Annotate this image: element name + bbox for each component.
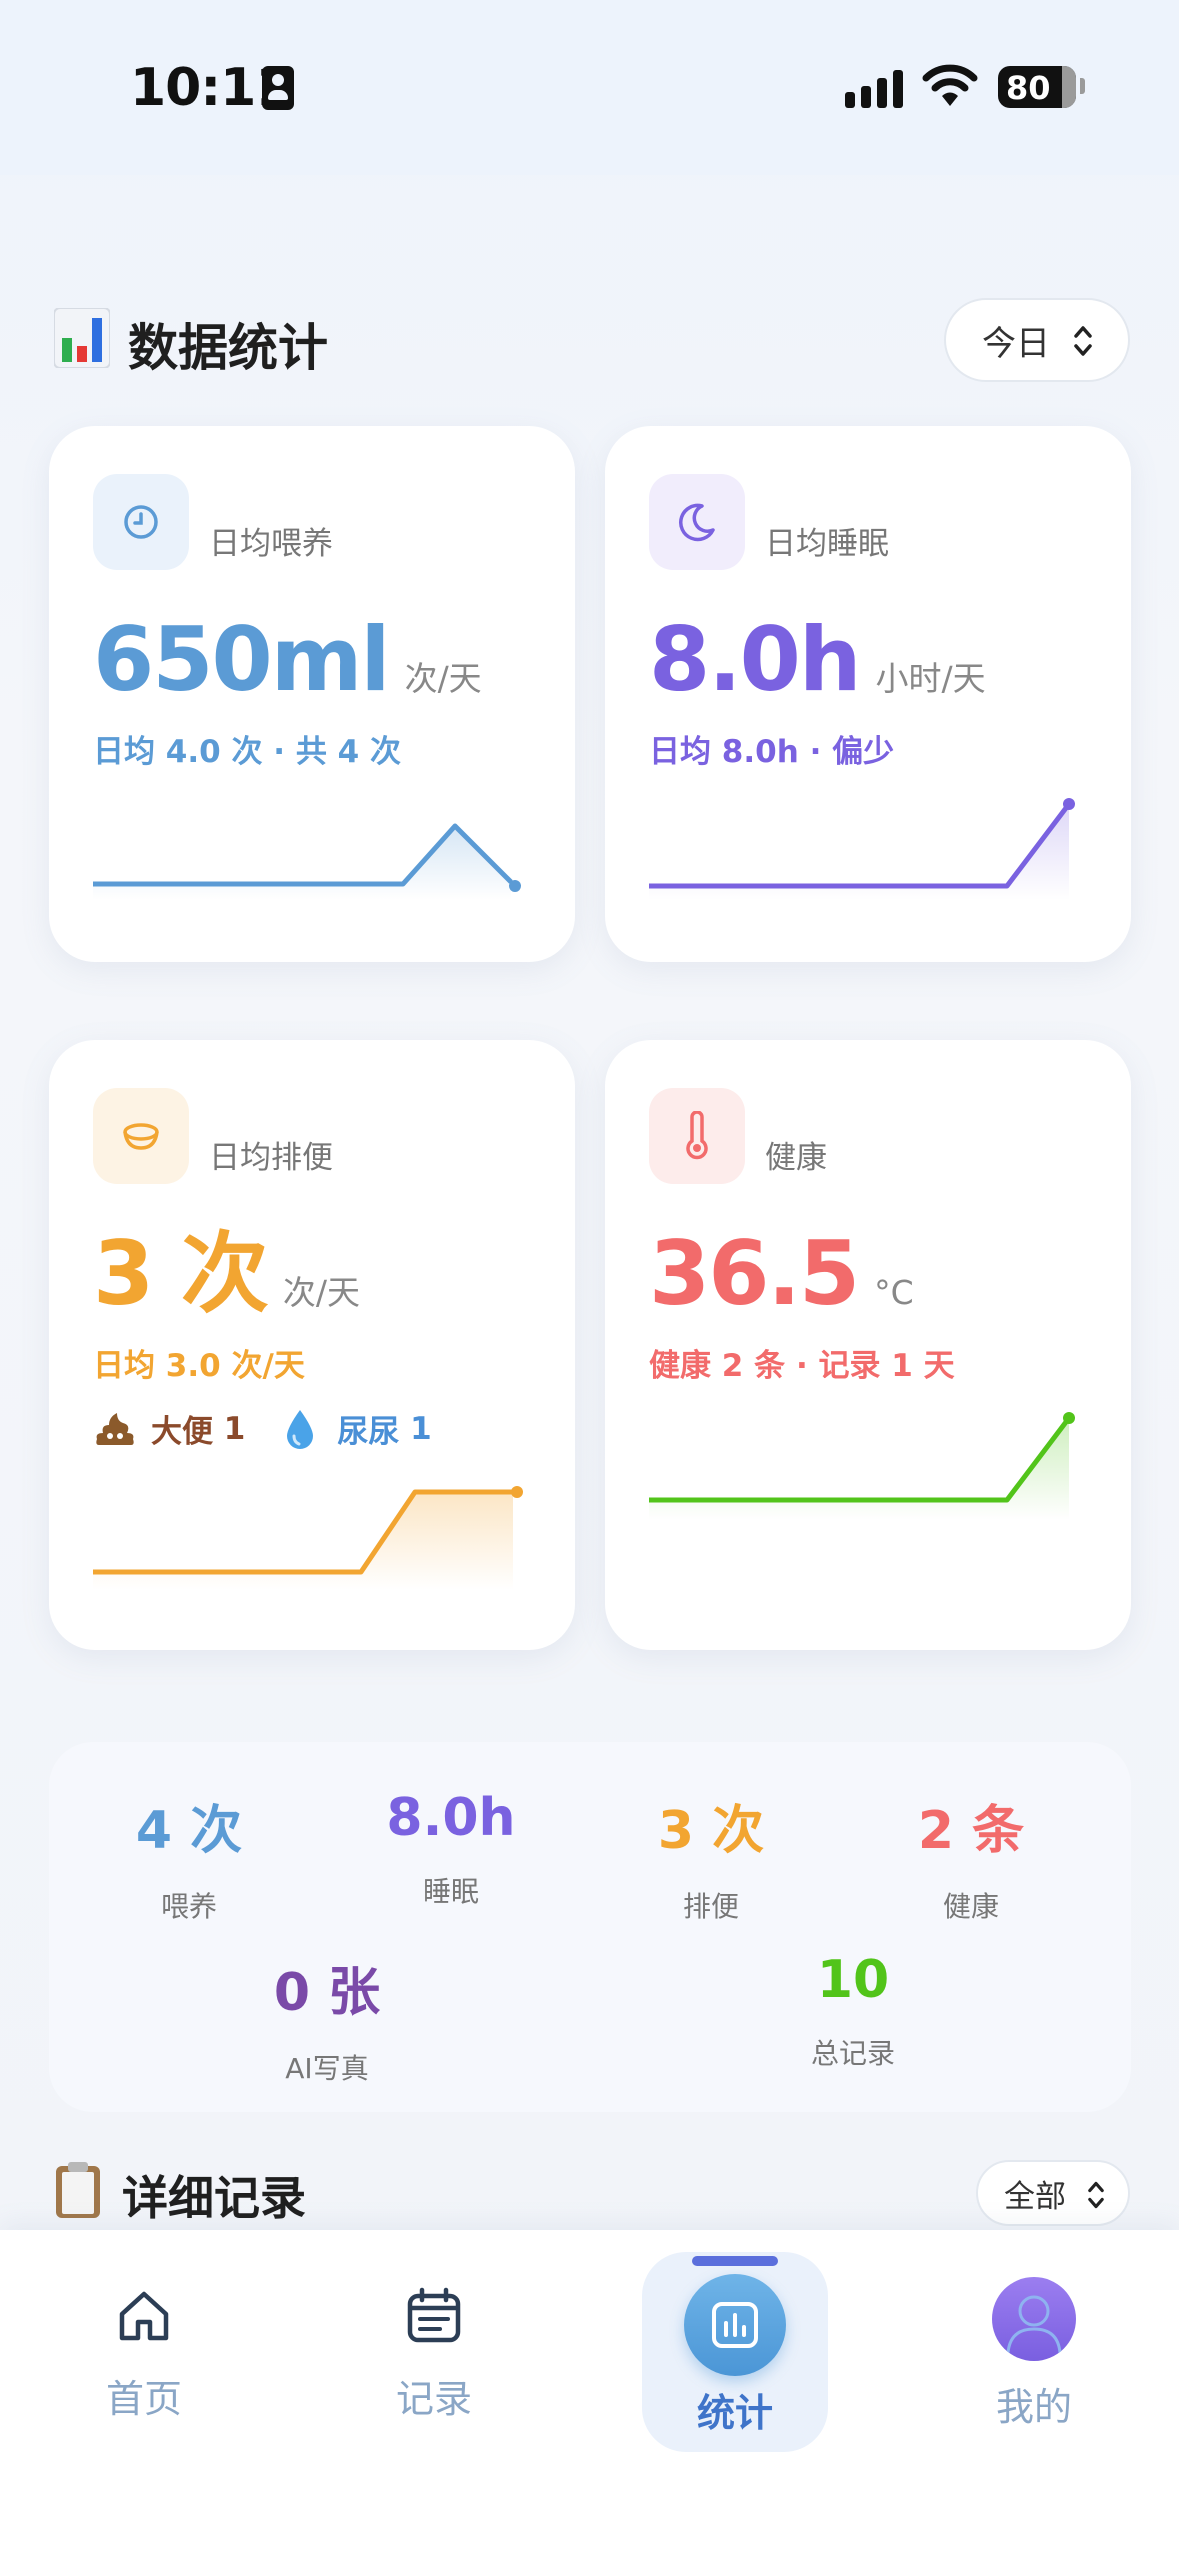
feeding-value-text: 650ml — [93, 608, 391, 711]
feeding-value: 650ml 次/天 — [93, 616, 482, 704]
poop-label: 日均排便 — [209, 1140, 333, 1176]
period-select[interactable]: 今日 — [944, 298, 1130, 382]
summary-sleep[interactable]: 8.0h 睡眠 — [321, 1788, 581, 1910]
summary-value: 4 次 — [135, 1801, 243, 1861]
droplet-icon — [287, 1409, 314, 1449]
summary-ai-photos[interactable]: 0 张 AI写真 — [197, 1950, 457, 2087]
health-sub: 健康 2 条 · 记录 1 天 — [649, 1348, 955, 1384]
summary-label: 喂养 — [160, 1890, 217, 1923]
sleep-label: 日均睡眠 — [765, 526, 889, 562]
poo-count: 大便 1 — [93, 1406, 245, 1451]
sleep-sparkline — [649, 798, 1075, 900]
clipboard-icon — [56, 2162, 100, 2218]
tab-home[interactable]: 首页 — [44, 2286, 244, 2423]
poop-card[interactable]: 日均排便 3 次次/天 日均 3.0 次/天 大便 1 尿尿 1 — [49, 1040, 575, 1650]
battery-cap — [1080, 78, 1085, 94]
sleep-card[interactable]: 日均睡眠 8.0h 小时/天 日均 8.0h · 偏少 — [605, 426, 1131, 962]
period-select-value: 今日 — [982, 323, 1050, 364]
summary-value: 3 次 — [657, 1801, 765, 1861]
tab-mine[interactable]: 我的 — [934, 2376, 1134, 2431]
summary-value: 0 张 — [273, 1963, 381, 2023]
health-sparkline — [649, 1412, 1075, 1520]
pee-label: 尿尿 — [337, 1414, 400, 1450]
sleep-unit: 小时/天 — [875, 659, 986, 698]
tab-home-label: 首页 — [105, 2377, 182, 2421]
thermometer-icon — [686, 1111, 708, 1160]
poop-breakdown: 大便 1 尿尿 1 — [93, 1406, 472, 1451]
summary-poop[interactable]: 3 次 排便 — [581, 1788, 841, 1925]
summary-label: 总记录 — [810, 2037, 895, 2070]
status-bar: 10:11 80 — [0, 0, 1179, 175]
stats-chart-icon — [712, 2302, 758, 2348]
poo-icon — [96, 1412, 134, 1445]
poop-value-text: 3 次 — [93, 1222, 269, 1325]
tab-active-indicator — [692, 2256, 778, 2266]
clock-icon — [124, 505, 158, 539]
feeding-icon-box — [93, 474, 189, 570]
calendar-icon — [407, 2287, 461, 2343]
home-icon — [119, 2291, 169, 2341]
sleep-icon-box — [649, 474, 745, 570]
health-value-text: 36.5 — [649, 1222, 860, 1325]
sleep-sub: 日均 8.0h · 偏少 — [649, 734, 895, 770]
summary-label: AI写真 — [285, 2052, 369, 2085]
pee-count: 尿尿 1 — [285, 1406, 432, 1451]
feeding-sparkline — [93, 823, 521, 900]
summary-label: 健康 — [942, 1890, 999, 1923]
contact-card-icon — [262, 66, 294, 110]
tab-mine-label: 我的 — [995, 2385, 1072, 2429]
poop-unit: 次/天 — [282, 1273, 360, 1312]
bar-chart-icon — [54, 308, 110, 368]
health-label: 健康 — [765, 1140, 827, 1176]
summary-label: 排便 — [682, 1890, 739, 1923]
chevron-up-down-icon — [1088, 2181, 1104, 2209]
moon-icon — [679, 503, 715, 542]
summary-feeding[interactable]: 4 次 喂养 — [59, 1788, 319, 1925]
user-avatar-icon[interactable] — [992, 2277, 1076, 2361]
details-filter-select[interactable]: 全部 — [976, 2160, 1130, 2226]
cellular-signal-icon — [845, 68, 905, 108]
summary-label: 睡眠 — [422, 1875, 479, 1908]
feeding-card[interactable]: 日均喂养 650ml 次/天 日均 4.0 次 · 共 4 次 — [49, 426, 575, 962]
poo-count-value: 1 — [223, 1410, 246, 1447]
summary-value: 10 — [816, 1950, 890, 2010]
tab-records[interactable]: 记录 — [334, 2286, 534, 2423]
summary-value: 2 条 — [917, 1801, 1025, 1861]
sleep-value-text: 8.0h — [649, 608, 862, 711]
health-card[interactable]: 健康 36.5 °C 健康 2 条 · 记录 1 天 — [605, 1040, 1131, 1650]
poop-icon-box — [93, 1088, 189, 1184]
poop-value: 3 次次/天 — [93, 1230, 360, 1318]
summary-total-records[interactable]: 10 总记录 — [723, 1950, 983, 2072]
health-icon-box — [649, 1088, 745, 1184]
health-value: 36.5 °C — [649, 1230, 914, 1318]
battery-icon: 80 — [998, 66, 1076, 108]
page-title: 数据统计 — [128, 319, 328, 377]
pee-count-value: 1 — [410, 1410, 432, 1447]
details-filter-value: 全部 — [1004, 2178, 1066, 2215]
tab-stats-icon-circle[interactable] — [684, 2274, 786, 2376]
poo-label: 大便 — [151, 1414, 213, 1450]
tab-records-label: 记录 — [395, 2377, 472, 2421]
details-title: 详细记录 — [122, 2171, 306, 2225]
summary-value: 8.0h — [386, 1788, 516, 1848]
summary-panel: 4 次 喂养 8.0h 睡眠 3 次 排便 2 条 健康 0 张 AI写真 10… — [49, 1742, 1131, 2112]
wifi-icon — [922, 64, 978, 106]
avatar-person-icon — [1006, 2295, 1062, 2354]
chevron-up-down-icon — [1074, 326, 1092, 356]
feeding-unit: 次/天 — [404, 659, 482, 698]
feeding-label: 日均喂养 — [209, 526, 333, 562]
bottom-tab-bar: 首页 记录 统计 我的 — [0, 2230, 1179, 2556]
tab-stats-label: 统计 — [696, 2391, 773, 2435]
summary-health[interactable]: 2 条 健康 — [841, 1788, 1101, 1925]
diaper-icon — [123, 1123, 159, 1150]
poop-sub: 日均 3.0 次/天 — [93, 1348, 305, 1384]
sleep-value: 8.0h 小时/天 — [649, 616, 986, 704]
battery-level: 80 — [1006, 69, 1051, 107]
poop-sparkline — [93, 1486, 523, 1590]
health-unit: °C — [874, 1273, 914, 1312]
feeding-sub: 日均 4.0 次 · 共 4 次 — [93, 734, 402, 770]
